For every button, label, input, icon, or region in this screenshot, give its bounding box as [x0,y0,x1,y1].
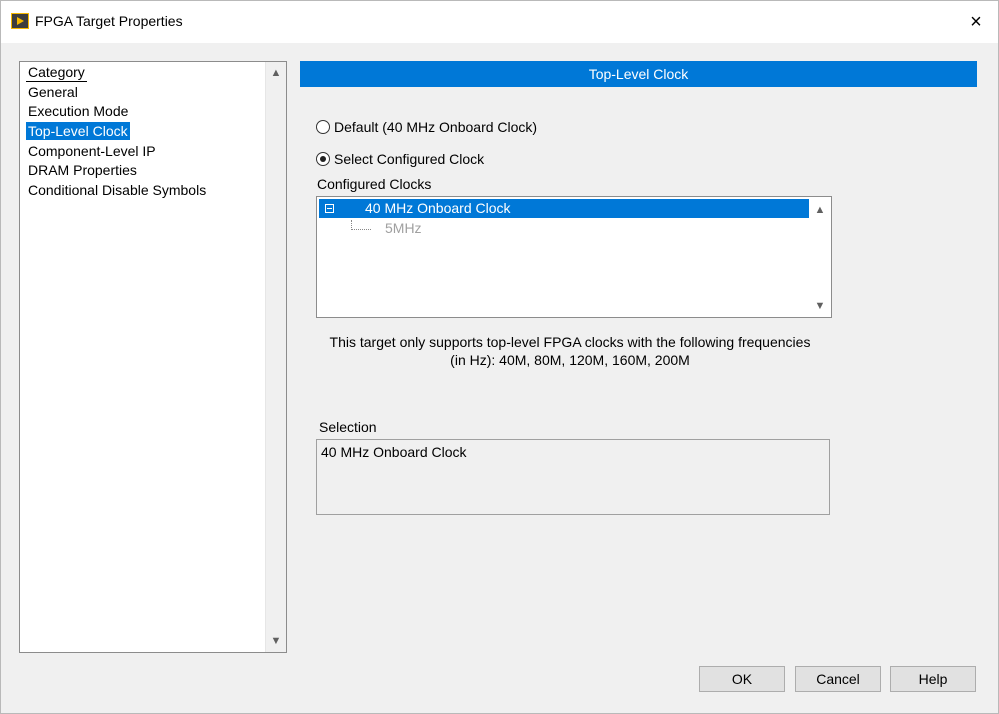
category-item-dram-properties[interactable]: DRAM Properties [26,161,139,179]
configured-clocks-label: Configured Clocks [317,176,432,192]
clocks-scrollbar[interactable]: ▲ ▼ [810,197,831,317]
title-bar: FPGA Target Properties × [1,1,998,43]
category-list[interactable]: Category General Execution Mode Top-Leve… [19,61,287,653]
category-item-top-level-clock[interactable]: Top-Level Clock [26,122,130,140]
dialog-window: FPGA Target Properties × Category Genera… [0,0,999,714]
selection-label: Selection [319,419,377,435]
radio-checked-icon[interactable] [316,152,330,166]
default-clock-radio[interactable]: Default (40 MHz Onboard Clock) [316,119,537,135]
tree-connector-line-h [351,229,371,230]
category-item-component-level-ip[interactable]: Component-Level IP [26,142,158,160]
category-scrollbar[interactable]: ▲ ▼ [265,62,286,652]
default-clock-radio-label: Default (40 MHz Onboard Clock) [334,119,538,135]
category-item-execution-mode[interactable]: Execution Mode [26,102,130,120]
supported-frequencies-info: This target only supports top-level FPGA… [329,334,811,368]
select-configured-clock-radio[interactable]: Select Configured Clock [316,151,484,167]
tree-item-5mhz[interactable]: 5MHz [385,219,422,238]
close-button[interactable]: × [960,7,992,37]
scroll-up-icon[interactable]: ▲ [266,64,286,82]
radio-unchecked-icon[interactable] [316,120,330,134]
close-icon: × [970,10,982,33]
help-button[interactable]: Help [890,666,976,692]
select-configured-clock-label: Select Configured Clock [334,151,485,167]
labview-app-icon [11,13,29,29]
cancel-button[interactable]: Cancel [795,666,881,692]
category-item-general[interactable]: General [26,83,80,101]
configured-clocks-tree[interactable]: 40 MHz Onboard Clock 5MHz ▲ ▼ [316,196,832,318]
category-header: Category [26,64,87,82]
tree-item-40mhz-onboard-clock[interactable]: 40 MHz Onboard Clock [319,199,809,218]
scroll-down-icon[interactable]: ▼ [810,297,830,315]
collapse-icon[interactable] [325,204,334,213]
category-item-conditional-disable-symbols[interactable]: Conditional Disable Symbols [26,181,208,199]
selection-display: 40 MHz Onboard Clock [316,439,830,515]
scroll-down-icon[interactable]: ▼ [266,632,286,650]
ok-button[interactable]: OK [699,666,785,692]
scroll-up-icon[interactable]: ▲ [810,201,830,219]
window-title: FPGA Target Properties [35,13,183,29]
panel-title: Top-Level Clock [300,61,977,87]
